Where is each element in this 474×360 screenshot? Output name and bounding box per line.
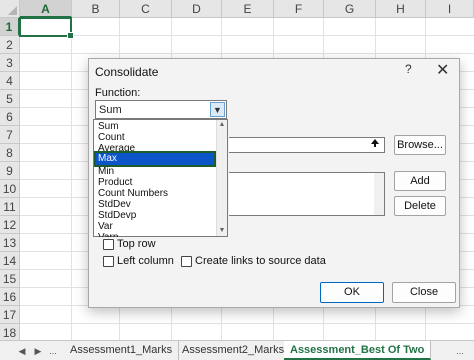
function-option-sum[interactable]: Sum (96, 121, 214, 132)
dialog-title: Consolidate (95, 65, 159, 79)
row-header[interactable]: 9 (0, 162, 20, 180)
sheet-tab-best-of-two[interactable]: Assessment_Best Of Two (284, 341, 432, 360)
function-listbox[interactable]: Sum Count Average Max Min Product Count … (93, 119, 228, 237)
collapse-arrow-icon[interactable] (367, 138, 383, 152)
gridline (20, 53, 474, 54)
top-row-label: Top row (117, 238, 156, 250)
row-header[interactable]: 3 (0, 54, 20, 72)
function-option-stddev[interactable]: StdDev (96, 199, 214, 210)
sheet-tab-assessment2[interactable]: Assessment2_Marks (176, 341, 292, 360)
left-column-checkbox[interactable] (103, 256, 114, 267)
column-header-e[interactable]: E (222, 0, 274, 18)
function-dropdown[interactable]: Sum ▼ (95, 100, 227, 119)
row-header[interactable]: 2 (0, 36, 20, 54)
row-header[interactable]: 5 (0, 90, 20, 108)
function-option-min[interactable]: Min (96, 166, 214, 177)
help-icon[interactable]: ? (405, 62, 412, 76)
function-label: Function: (95, 87, 141, 99)
ok-button[interactable]: OK (320, 282, 384, 303)
row-header[interactable]: 11 (0, 198, 20, 216)
add-button[interactable]: Add (394, 171, 446, 191)
row-header[interactable]: 8 (0, 144, 20, 162)
close-button[interactable]: Close (392, 282, 456, 303)
function-option-var[interactable]: Var (96, 221, 214, 232)
create-links-label: Create links to source data (195, 255, 326, 267)
function-option-stddevp[interactable]: StdDevp (96, 210, 214, 221)
active-cell-a1[interactable] (19, 17, 74, 39)
row-header[interactable]: 14 (0, 252, 20, 270)
function-option-product[interactable]: Product (96, 177, 214, 188)
reference-input[interactable] (229, 137, 385, 153)
function-option-varp[interactable]: Varp (96, 232, 214, 237)
row-header[interactable]: 7 (0, 126, 20, 144)
row-header[interactable]: 17 (0, 306, 20, 324)
more-sheets-left[interactable]: ... (46, 344, 60, 358)
row-header[interactable]: 1 (0, 18, 20, 36)
column-header-g[interactable]: G (324, 0, 376, 18)
column-header-a[interactable]: A (20, 0, 72, 18)
column-header-d[interactable]: D (172, 0, 222, 18)
gridline (20, 35, 474, 36)
column-header-b[interactable]: B (72, 0, 120, 18)
column-header-i[interactable]: I (426, 0, 474, 18)
scroll-up-icon[interactable]: ▲ (217, 120, 227, 130)
all-references-scrollbar[interactable] (374, 173, 384, 215)
left-column-label: Left column (117, 255, 174, 267)
select-all-corner[interactable] (0, 0, 20, 18)
row-header[interactable]: 12 (0, 216, 20, 234)
function-option-max[interactable]: Max (94, 151, 216, 167)
column-header-h[interactable]: H (376, 0, 426, 18)
top-row-checkbox[interactable] (103, 239, 114, 250)
function-value: Sum (99, 104, 122, 116)
prev-sheet-icon[interactable]: ◀ (16, 344, 28, 358)
sheet-tab-assessment1[interactable]: Assessment1_Marks (64, 341, 180, 360)
row-header[interactable]: 6 (0, 108, 20, 126)
row-header[interactable]: 13 (0, 234, 20, 252)
row-header[interactable]: 10 (0, 180, 20, 198)
create-links-checkbox[interactable] (181, 256, 192, 267)
gridline (20, 323, 474, 324)
scroll-down-icon[interactable]: ▼ (217, 226, 227, 236)
chevron-down-icon[interactable]: ▼ (210, 102, 225, 117)
column-header-f[interactable]: F (274, 0, 324, 18)
column-header-c[interactable]: C (120, 0, 172, 18)
function-option-count[interactable]: Count (96, 132, 214, 143)
function-option-count-numbers[interactable]: Count Numbers (96, 188, 214, 199)
delete-button[interactable]: Delete (394, 196, 446, 216)
all-references-list[interactable] (229, 172, 385, 216)
sheet-tab-bar: ◀ ▶ ... Assessment1_Marks Assessment2_Ma… (0, 340, 474, 360)
row-header[interactable]: 4 (0, 72, 20, 90)
consolidate-dialog: Consolidate ? ✕ Function: Sum ▼ Browse..… (88, 58, 460, 308)
more-sheets-right[interactable]: ... (452, 344, 468, 358)
row-header[interactable]: 15 (0, 270, 20, 288)
next-sheet-icon[interactable]: ▶ (32, 344, 44, 358)
row-header[interactable]: 16 (0, 288, 20, 306)
close-icon[interactable]: ✕ (436, 60, 449, 80)
function-list-scrollbar[interactable]: ▲ ▼ (216, 120, 227, 236)
browse-button[interactable]: Browse... (394, 135, 446, 155)
